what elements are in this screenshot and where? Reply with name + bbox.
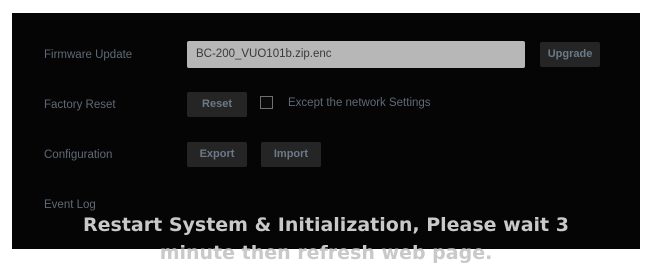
event-log-label: Event Log [44, 199, 96, 211]
system-maintenance-panel: Firmware Update BC-200_VUO101b.zip.enc U… [12, 13, 640, 264]
factory-reset-label: Factory Reset [44, 99, 116, 111]
firmware-update-label: Firmware Update [44, 49, 133, 61]
reset-button[interactable]: Reset [187, 92, 247, 117]
export-button[interactable]: Export [187, 142, 247, 167]
upgrade-button[interactable]: Upgrade [540, 42, 600, 67]
restart-overlay-message: Restart System & Initialization, Please … [12, 211, 640, 267]
overlay-line-2: minute then refresh web page. [159, 242, 493, 264]
except-network-checkbox[interactable] [260, 96, 273, 109]
firmware-update-row: Firmware Update BC-200_VUO101b.zip.enc U… [12, 41, 640, 71]
configuration-row: Configuration Export Import [12, 141, 640, 171]
except-network-label: Except the network Settings [288, 97, 431, 109]
firmware-file-field[interactable]: BC-200_VUO101b.zip.enc [187, 41, 525, 68]
overlay-line-1: Restart System & Initialization, Please … [83, 214, 569, 236]
factory-reset-row: Factory Reset Reset Except the network S… [12, 91, 640, 121]
import-button[interactable]: Import [261, 142, 321, 167]
configuration-label: Configuration [44, 149, 113, 161]
